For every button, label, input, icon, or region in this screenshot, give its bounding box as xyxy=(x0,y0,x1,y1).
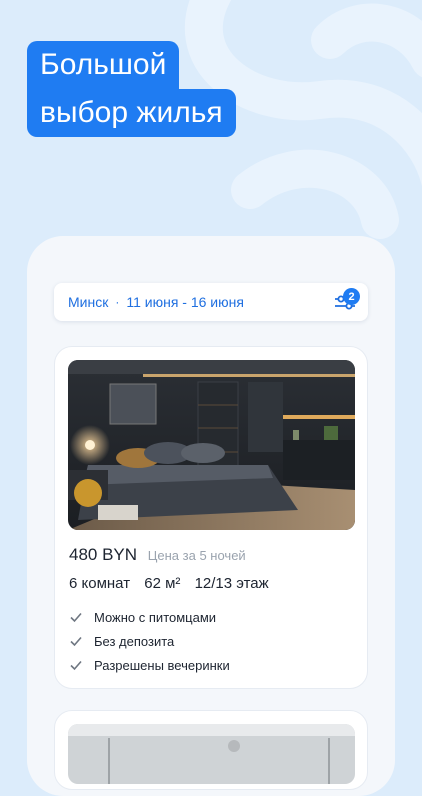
area-value: 62 м² xyxy=(144,575,181,592)
feature-label: Можно с питомцами xyxy=(94,609,217,625)
feature-item: Без депозита xyxy=(69,629,230,653)
search-city: Минск xyxy=(68,294,109,310)
listing-specs: 6 комнат 62 м² 12/13 этаж xyxy=(69,575,279,592)
feature-list: Можно с питомцами Без депозита Разрешены… xyxy=(69,605,230,677)
check-icon xyxy=(70,612,82,623)
price-note: Цена за 5 ночей xyxy=(147,548,246,563)
listing-price: 480 BYN Цена за 5 ночей xyxy=(69,545,246,565)
listing-card[interactable]: 480 BYN Цена за 5 ночей 6 комнат 62 м² 1… xyxy=(54,346,368,689)
headline-line-2: выбор жилья xyxy=(27,89,236,137)
promo-headline: Большой выбор жилья xyxy=(27,41,236,137)
price-amount: 480 BYN xyxy=(69,545,138,564)
search-dates: 11 июня - 16 июня xyxy=(126,294,244,310)
feature-label: Разрешены вечеринки xyxy=(94,657,230,673)
listing-photo[interactable] xyxy=(68,360,355,530)
search-bar[interactable]: Минск · 11 июня - 16 июня xyxy=(54,283,368,321)
check-icon xyxy=(70,660,82,671)
feature-label: Без депозита xyxy=(94,633,175,649)
listing-card-next[interactable] xyxy=(54,710,368,790)
search-separator: · xyxy=(115,295,120,309)
feature-item: Можно с питомцами xyxy=(69,605,230,629)
headline-line-1: Большой xyxy=(27,41,180,89)
check-icon xyxy=(70,636,82,647)
filter-count-badge: 2 xyxy=(343,288,360,305)
listing-photo-next[interactable] xyxy=(68,724,355,784)
feature-item: Разрешены вечеринки xyxy=(69,653,230,677)
rooms-count: 6 комнат xyxy=(69,575,131,592)
floor-value: 12/13 этаж xyxy=(194,575,269,592)
